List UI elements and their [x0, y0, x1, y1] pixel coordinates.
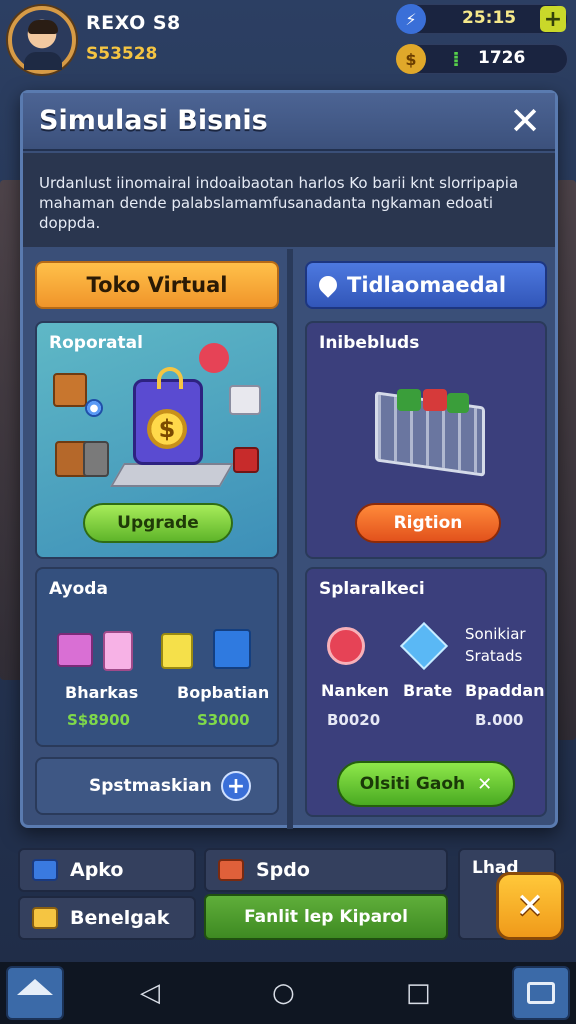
stat-value: B.000	[475, 711, 524, 729]
dialog-description: Urdanlust iinomairal indoaibaotan harlos…	[23, 153, 555, 247]
stat-label: Brate	[403, 681, 453, 700]
business-simulation-dialog: Simulasi Bisnis ✕ Urdanlust iinomairal i…	[20, 90, 558, 829]
store-illustration: $ ●	[37, 323, 277, 503]
gift-box-icon	[103, 631, 133, 671]
cube-icon	[32, 859, 58, 881]
upgrade-button[interactable]: Upgrade	[83, 503, 233, 543]
blocked-icon	[327, 627, 365, 665]
close-icon[interactable]: ✕	[509, 101, 541, 141]
items-panel: Ayoda Bharkas Bopbatian S$8900 S3000	[35, 567, 279, 747]
search-bar[interactable]: Spstmaskian +	[35, 757, 279, 815]
confirm-button[interactable]: Olsiti Gaoh ✕	[337, 761, 515, 807]
orange-action-button[interactable]: Rigtion	[355, 503, 501, 543]
diamond-icon	[399, 621, 449, 671]
recent-apps-icon[interactable]: □	[406, 978, 431, 1008]
add-energy-button[interactable]: +	[540, 6, 566, 32]
tab-virtual-store-label: Toko Virtual	[86, 273, 228, 297]
tray-button-label: Apko	[70, 859, 124, 881]
tab-virtual-store[interactable]: Toko Virtual	[35, 261, 279, 309]
player-name: REXO S8	[86, 12, 181, 34]
green-dot-icon: ⁞	[452, 47, 460, 71]
crate-illustration	[367, 379, 497, 479]
item-price: S3000	[197, 711, 250, 729]
container-panel: Inibebluds Rigtion	[305, 321, 547, 559]
item-label: Bopbatian	[177, 683, 270, 702]
money-bag-icon: $	[396, 44, 426, 74]
home-button[interactable]	[6, 966, 64, 1020]
player-money: S53528	[86, 44, 158, 64]
stats-panel-title: Splaralkeci	[319, 579, 425, 599]
tab-right[interactable]: Tidlaomaedal	[305, 261, 547, 309]
orange-action-button-label: Rigtion	[393, 513, 463, 533]
dialog-title: Simulasi Bisnis	[39, 105, 268, 136]
stats-header: Sratads	[465, 647, 523, 665]
close-icon: ✕	[515, 886, 545, 926]
items-panel-title: Ayoda	[49, 579, 108, 599]
stats-panel: Splaralkeci Sonikiar Sratads Nanken Brat…	[305, 567, 547, 817]
tray-button-label: Fanlit lep Kiparol	[244, 907, 408, 927]
package-icon	[213, 629, 251, 669]
location-pin-icon	[315, 272, 341, 298]
tab-right-label: Tidlaomaedal	[347, 273, 507, 297]
close-fab[interactable]: ✕	[496, 872, 564, 940]
upgrade-button-label: Upgrade	[117, 513, 199, 533]
books-icon	[218, 859, 244, 881]
tray-button-label: Spdo	[256, 859, 310, 881]
tray-button-spdo[interactable]: Spdo	[204, 848, 448, 892]
container-panel-title: Inibebluds	[319, 333, 420, 353]
stats-header: Sonikiar	[465, 625, 526, 643]
stack-icon	[161, 633, 193, 669]
item-label: Bharkas	[65, 683, 139, 702]
column-divider	[287, 249, 293, 829]
tray-button-benelgak[interactable]: Benelgak	[18, 896, 196, 940]
tray-button-apko[interactable]: Apko	[18, 848, 196, 892]
item-price: S$8900	[67, 711, 130, 729]
plus-circle-icon[interactable]: +	[221, 771, 251, 801]
stat-value: B0020	[327, 711, 381, 729]
menu-button[interactable]	[512, 966, 570, 1020]
store-panel: Roporatal $ ● Upgrade	[35, 321, 279, 559]
gift-box-icon	[57, 633, 93, 667]
search-bar-label: Spstmaskian	[89, 776, 212, 796]
confirm-button-label: Olsiti Gaoh	[359, 774, 466, 794]
top-hud: REXO S8 S53528 ⚡ 25:15 + $ ⁞ 1726	[0, 0, 576, 88]
coin-stack-icon	[32, 907, 58, 929]
dialog-header: Simulasi Bisnis ✕	[23, 93, 555, 151]
background-shelf-right	[556, 180, 576, 740]
tray-button-label: Benelgak	[70, 907, 170, 929]
gem-value: 1726	[478, 48, 526, 68]
player-avatar[interactable]	[8, 6, 76, 74]
home-icon	[17, 979, 53, 995]
stat-label: Nanken	[321, 681, 390, 700]
energy-value: 25:15	[462, 8, 517, 28]
tray-button-green[interactable]: Fanlit lep Kiparol	[204, 894, 448, 940]
lightning-icon: ⚡	[396, 4, 426, 34]
close-icon: ✕	[477, 773, 493, 795]
back-icon[interactable]: ◁	[140, 978, 160, 1008]
home-circle-icon[interactable]: ○	[272, 978, 295, 1008]
stat-label: Bpaddan	[465, 681, 545, 700]
list-icon	[527, 982, 555, 1004]
